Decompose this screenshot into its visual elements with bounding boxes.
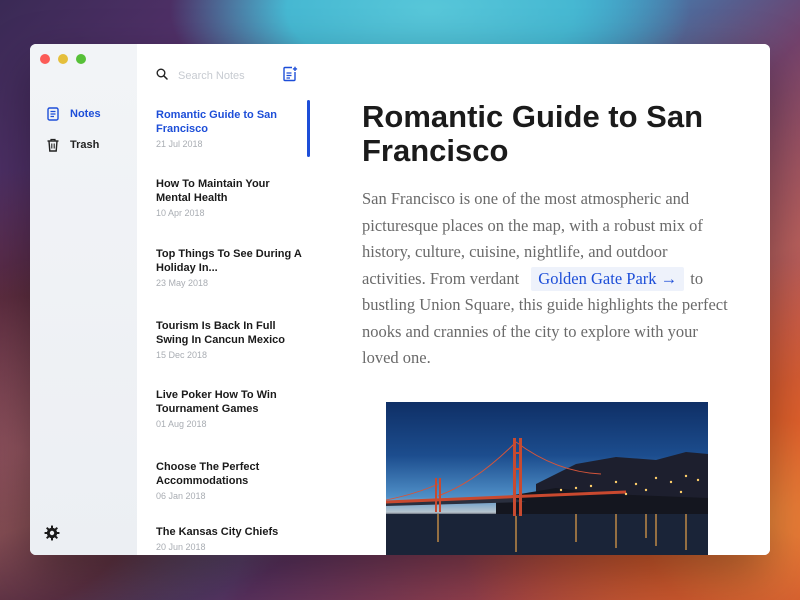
sidebar-item-trash[interactable]: Trash xyxy=(46,138,99,152)
note-date: 01 Aug 2018 xyxy=(156,419,207,429)
list-item[interactable]: Romantic Guide to San Francisco 21 Jul 2… xyxy=(156,108,306,149)
list-item[interactable]: The Kansas City Chiefs 20 Jun 2018 xyxy=(156,525,306,552)
list-item[interactable]: Choose The Perfect Accommodations 06 Jan… xyxy=(156,460,306,501)
note-date: 15 Dec 2018 xyxy=(156,350,208,360)
note-title: Choose The Perfect Accommodations xyxy=(156,461,260,487)
zoom-window-button[interactable] xyxy=(76,54,86,64)
minimize-window-button[interactable] xyxy=(58,54,68,64)
document-title[interactable]: Romantic Guide to San Francisco xyxy=(362,100,742,168)
list-item[interactable]: Tourism Is Back In Full Swing In Cancun … xyxy=(156,319,306,360)
sidebar-item-notes[interactable]: Notes xyxy=(46,107,101,121)
list-item[interactable]: Live Poker How To Win Tournament Games 0… xyxy=(156,388,306,429)
new-note-icon[interactable] xyxy=(282,66,298,82)
note-date: 10 Apr 2018 xyxy=(156,208,205,218)
note-editor[interactable]: Romantic Guide to San Francisco San Fran… xyxy=(310,44,770,555)
note-date: 06 Jan 2018 xyxy=(156,491,206,501)
sidebar-item-label: Notes xyxy=(70,108,101,120)
golden-gate-bridge-photo xyxy=(386,402,708,555)
document-body[interactable]: San Francisco is one of the most atmosph… xyxy=(362,186,732,372)
sidebar-item-label: Trash xyxy=(70,139,100,151)
gear-icon[interactable] xyxy=(44,525,60,541)
note-title: Top Things To See During A Holiday In... xyxy=(156,248,302,274)
app-window: Notes Trash Search Notes Romantic Guide … xyxy=(30,44,770,555)
note-title: Tourism Is Back In Full Swing In Cancun … xyxy=(156,320,285,346)
note-title: The Kansas City Chiefs xyxy=(156,526,279,538)
notes-list-panel: Romantic Guide to San Francisco 21 Jul 2… xyxy=(137,44,310,555)
note-title: How To Maintain Your Mental Health xyxy=(156,178,270,204)
golden-gate-park-link[interactable]: Golden Gate Park → xyxy=(531,266,685,291)
bridge-illustration xyxy=(386,438,708,555)
window-controls xyxy=(40,54,86,64)
search-icon xyxy=(156,68,168,80)
search-bar xyxy=(156,66,300,86)
search-input[interactable] xyxy=(176,66,280,86)
trash-icon xyxy=(47,138,59,152)
list-item[interactable]: How To Maintain Your Mental Health 10 Ap… xyxy=(156,177,306,218)
notes-icon xyxy=(47,107,59,121)
sidebar: Notes Trash xyxy=(30,44,137,555)
close-window-button[interactable] xyxy=(40,54,50,64)
note-date: 20 Jun 2018 xyxy=(156,542,206,552)
note-date: 23 May 2018 xyxy=(156,278,209,288)
note-date: 21 Jul 2018 xyxy=(156,139,203,149)
note-title: Romantic Guide to San Francisco xyxy=(156,109,278,135)
note-title: Live Poker How To Win Tournament Games xyxy=(156,389,277,415)
list-item[interactable]: Top Things To See During A Holiday In...… xyxy=(156,247,306,288)
